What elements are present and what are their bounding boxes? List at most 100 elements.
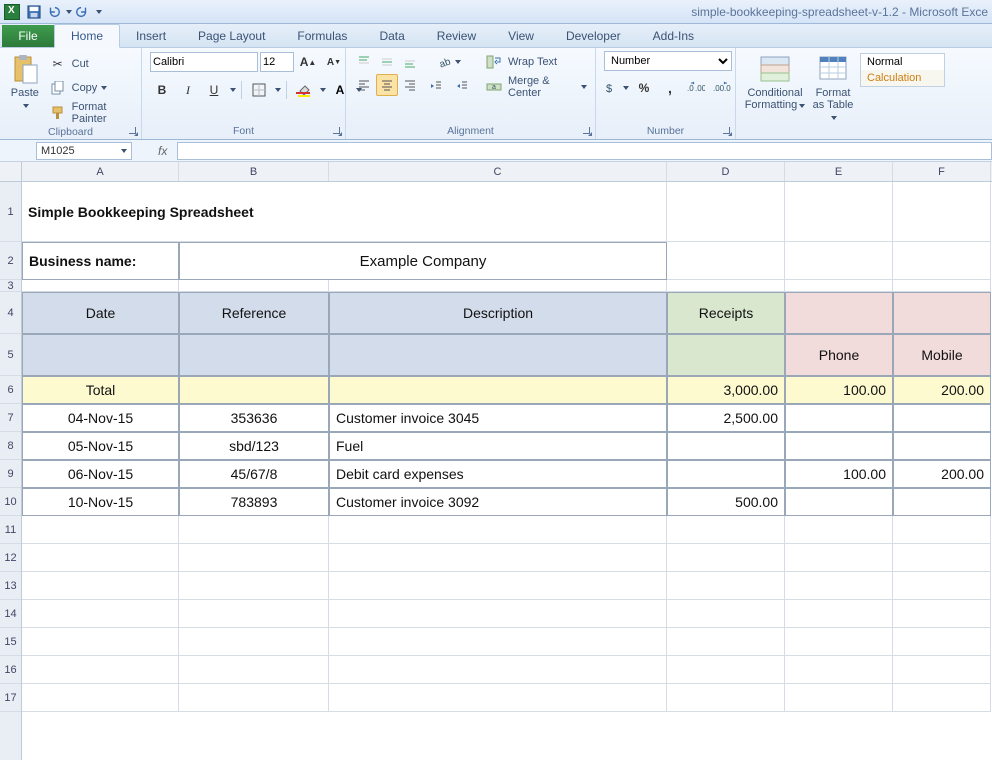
cell-mobile[interactable] [893,404,991,432]
style-normal[interactable]: Normal [861,54,944,70]
col-header[interactable]: C [329,162,667,181]
row-header[interactable]: 6 [0,376,21,404]
cell[interactable] [893,280,991,292]
hdr-date[interactable]: Date [22,292,179,334]
cell[interactable] [667,544,785,572]
cell[interactable] [329,628,667,656]
cell[interactable] [22,280,179,292]
align-middle-icon[interactable] [376,51,398,73]
cell[interactable] [22,516,179,544]
cell-ref[interactable]: 783893 [179,488,329,516]
copy-label[interactable]: Copy [72,82,98,94]
copy-icon[interactable] [47,77,69,99]
total-receipts[interactable]: 3,000.00 [667,376,785,404]
italic-button[interactable]: I [177,79,199,101]
cell[interactable] [667,684,785,712]
row-header[interactable]: 10 [0,488,21,516]
cell-receipts[interactable]: 2,500.00 [667,404,785,432]
cell-ref[interactable]: 353636 [179,404,329,432]
cell[interactable] [179,516,329,544]
font-size-input[interactable] [260,52,294,72]
col-header[interactable]: A [22,162,179,181]
format-as-table-button[interactable]: Format as Table [808,51,858,125]
col-header[interactable]: B [179,162,329,181]
cell[interactable] [329,544,667,572]
cut-icon[interactable]: ✂ [47,53,69,75]
conditional-formatting-button[interactable]: Conditional Formatting [742,51,808,113]
cell[interactable] [667,600,785,628]
cell[interactable] [667,280,785,292]
increase-indent-icon[interactable] [451,75,473,97]
cell[interactable] [179,280,329,292]
hdr-phone[interactable]: Phone [785,334,893,376]
cell[interactable] [893,292,991,334]
select-all-corner[interactable] [0,162,21,182]
cell[interactable] [785,242,893,280]
cell-desc[interactable]: Customer invoice 3045 [329,404,667,432]
cell-phone[interactable]: 100.00 [785,460,893,488]
row-header[interactable]: 7 [0,404,21,432]
cell[interactable] [893,182,991,242]
cell[interactable] [179,684,329,712]
hdr-mobile[interactable]: Mobile [893,334,991,376]
cell[interactable] [667,242,785,280]
cell[interactable] [22,684,179,712]
cell[interactable] [785,628,893,656]
cell[interactable] [22,572,179,600]
total-label-cell[interactable]: Total [22,376,179,404]
cell-receipts[interactable] [667,432,785,460]
undo-dropdown-icon[interactable] [66,10,72,14]
row-header[interactable]: 16 [0,656,21,684]
cell[interactable] [893,572,991,600]
decrease-decimal-icon[interactable]: .00.0 [711,77,733,99]
cell-desc[interactable]: Fuel [329,432,667,460]
tab-file[interactable]: File [2,25,54,47]
cell[interactable] [179,628,329,656]
cut-label[interactable]: Cut [72,58,89,70]
cell[interactable] [893,656,991,684]
cell[interactable] [329,280,667,292]
cell-mobile[interactable] [893,488,991,516]
tab-data[interactable]: Data [363,25,420,47]
cell[interactable] [22,656,179,684]
paste-button[interactable]: Paste [6,51,44,113]
cell[interactable] [785,516,893,544]
cell[interactable] [785,656,893,684]
row-header[interactable]: 15 [0,628,21,656]
cell[interactable] [329,684,667,712]
bold-button[interactable]: B [151,79,173,101]
row-header[interactable]: 17 [0,684,21,712]
cell-date[interactable]: 10-Nov-15 [22,488,179,516]
cell[interactable] [785,572,893,600]
row-header[interactable]: 13 [0,572,21,600]
cell[interactable] [667,516,785,544]
sheet-title-cell[interactable]: Simple Bookkeeping Spreadsheet [22,182,667,242]
cell-ref[interactable]: sbd/123 [179,432,329,460]
cell[interactable] [22,544,179,572]
merge-center-button[interactable]: aMerge & Center [482,75,587,99]
tab-formulas[interactable]: Formulas [281,25,363,47]
cell-date[interactable]: 04-Nov-15 [22,404,179,432]
cell[interactable] [893,600,991,628]
cell[interactable] [785,684,893,712]
hdr-receipts[interactable]: Receipts [667,292,785,334]
cell[interactable] [22,334,179,376]
align-bottom-icon[interactable] [399,51,421,73]
cell[interactable] [179,376,329,404]
tab-developer[interactable]: Developer [550,25,637,47]
tab-view[interactable]: View [492,25,550,47]
total-mobile[interactable]: 200.00 [893,376,991,404]
row-header[interactable]: 5 [0,334,21,376]
tab-insert[interactable]: Insert [120,25,182,47]
decrease-indent-icon[interactable] [425,75,447,97]
save-icon[interactable] [25,3,43,21]
business-name-label-cell[interactable]: Business name: [22,242,179,280]
increase-decimal-icon[interactable]: .0.00 [685,77,707,99]
cell[interactable] [785,600,893,628]
cell[interactable] [179,572,329,600]
row-header[interactable]: 12 [0,544,21,572]
cell[interactable] [667,628,785,656]
underline-button[interactable]: U [203,79,225,101]
cell-mobile[interactable]: 200.00 [893,460,991,488]
cell-phone[interactable] [785,404,893,432]
